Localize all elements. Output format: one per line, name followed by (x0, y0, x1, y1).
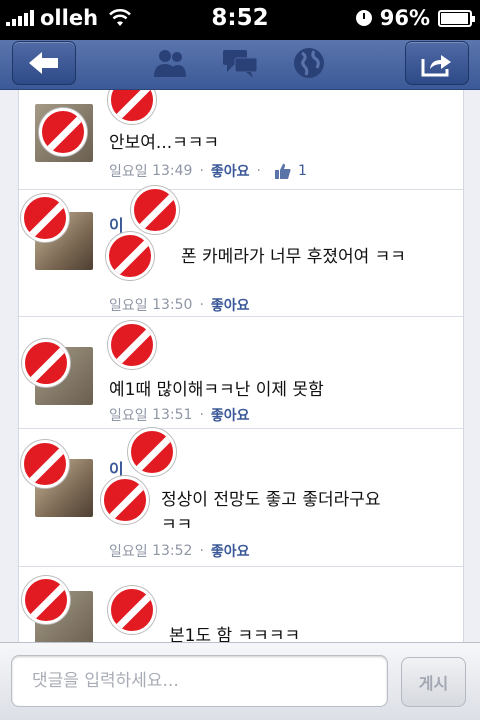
redaction-mark (131, 186, 179, 234)
comment-time: 13:49 (152, 163, 193, 179)
redaction-mark (22, 576, 70, 624)
comment-meta: 일요일 13:52 · 좋아요 (109, 541, 250, 561)
comment-meta: 일요일 13:50 · 좋아요 (109, 295, 250, 315)
redaction-mark (21, 194, 69, 242)
comment-text: 예1때 많이해ㅋㅋ난 이제 못함 (109, 380, 324, 400)
comment-composer: 게시 (0, 642, 480, 720)
battery-icon (438, 9, 475, 27)
friends-icon (154, 50, 186, 77)
like-count[interactable]: 1 (274, 162, 307, 180)
post-button[interactable]: 게시 (401, 657, 466, 707)
like-link[interactable]: 좋아요 (211, 295, 250, 315)
friends-button[interactable] (151, 46, 189, 80)
comment-item: 이 폰 카메라가 너무 후졌어여 ㅋㅋ 일요일 13:50 · 좋아요 (19, 190, 463, 317)
comment-day: 일요일 (109, 164, 148, 180)
comment-meta: 일요일 13:49 · 좋아요 · 1 (109, 161, 307, 181)
comment-day: 일요일 (109, 298, 148, 314)
status-right: 96% (355, 6, 475, 30)
globe-icon (294, 48, 324, 78)
comment-day: 일요일 (109, 408, 148, 424)
comment-list[interactable]: 안보여...ㅋㅋㅋ 일요일 13:49 · 좋아요 · 1 이 폰 카메라가 너… (18, 90, 464, 642)
like-link[interactable]: 좋아요 (211, 405, 250, 425)
like-link[interactable]: 좋아요 (211, 161, 250, 181)
redaction-mark (106, 232, 154, 280)
comment-item: 본1도 함 ㅋㅋㅋㅋ (19, 567, 463, 642)
comment-item: 예1때 많이해ㅋㅋ난 이제 못함 일요일 13:51 · 좋아요 (19, 317, 463, 429)
thumbs-up-icon (275, 163, 291, 179)
comment-item: 이 정상이 전망도 좋고 좋더라구요 ㅋㅋ 일요일 13:52 · 좋아요 (19, 429, 463, 567)
comment-item: 안보여...ㅋㅋㅋ 일요일 13:49 · 좋아요 · 1 (19, 90, 463, 190)
share-button[interactable] (405, 41, 469, 85)
back-button[interactable] (12, 41, 76, 85)
battery-percent: 96% (379, 6, 430, 30)
redaction-mark (21, 440, 69, 488)
share-icon (421, 55, 451, 77)
comment-day: 일요일 (109, 544, 148, 560)
comment-input-wrapper (11, 655, 388, 707)
comment-meta: 일요일 13:51 · 좋아요 (109, 405, 250, 425)
comment-text-line2: ㅋㅋ (161, 515, 193, 535)
redaction-mark (22, 339, 70, 387)
redaction-mark (108, 321, 156, 369)
comment-time: 13:52 (152, 543, 193, 559)
notifications-button[interactable] (290, 46, 328, 80)
redaction-mark (128, 428, 176, 476)
comment-time: 13:50 (152, 297, 193, 313)
messages-button[interactable] (221, 46, 259, 80)
comment-text: 본1도 함 ㅋㅋㅋㅋ (169, 626, 301, 642)
comment-text: 폰 카메라가 너무 후졌어여 ㅋㅋ (181, 247, 406, 267)
redaction-mark (101, 476, 149, 524)
navigation-bar (0, 40, 480, 90)
comment-time: 13:51 (152, 407, 193, 423)
status-bar: olleh 8:52 96% (0, 0, 480, 40)
comment-input[interactable] (12, 656, 387, 706)
like-link[interactable]: 좋아요 (211, 541, 250, 561)
comment-text: 안보여...ㅋㅋㅋ (109, 133, 220, 153)
alarm-icon (355, 10, 372, 26)
redaction-mark (108, 586, 156, 634)
messages-icon (223, 50, 258, 78)
redaction-mark (39, 108, 87, 156)
comment-text: 정상이 전망도 좋고 좋더라구요 (161, 490, 381, 510)
back-arrow-icon (29, 52, 58, 74)
like-count-value: 1 (298, 163, 307, 179)
